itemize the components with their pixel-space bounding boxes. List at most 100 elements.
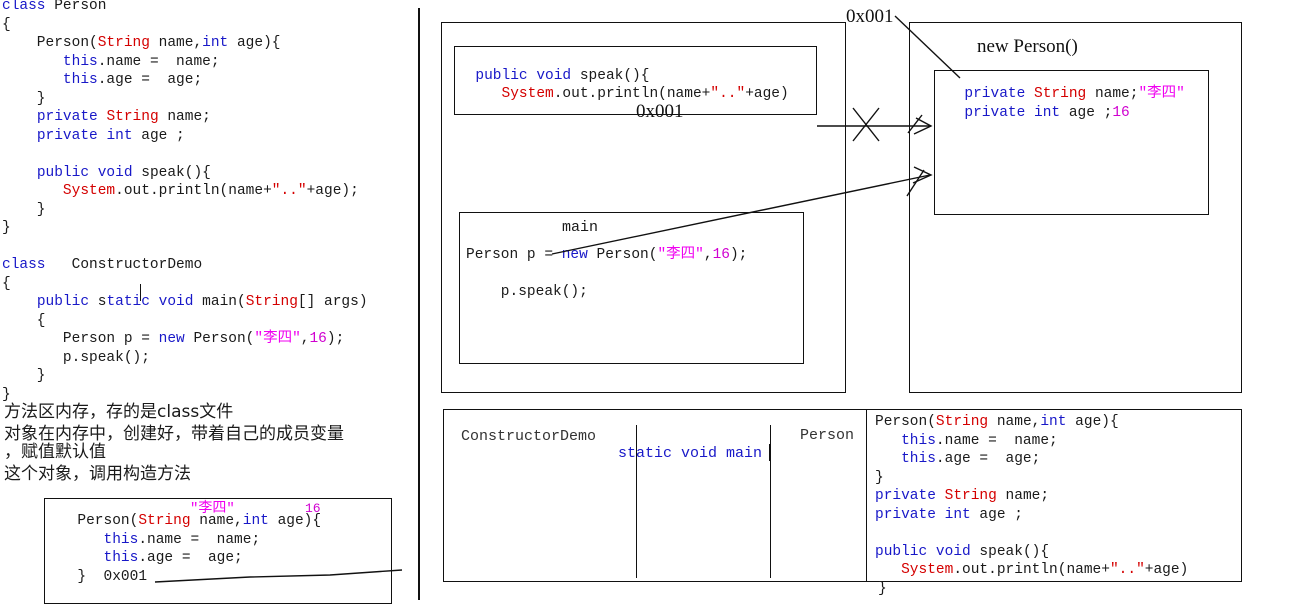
code-line: this.name = name; <box>875 432 1188 451</box>
code-token: } <box>2 220 11 236</box>
code-token: age ; <box>970 506 1023 523</box>
code-token: public <box>36 164 90 181</box>
code-token: this <box>901 451 936 467</box>
code-line: this.age = age; <box>60 549 321 568</box>
code-token: name; <box>1086 86 1139 102</box>
code-token: new <box>561 247 588 263</box>
code-token: .age = age; <box>935 451 1041 467</box>
code-token: int <box>242 513 269 529</box>
code-token: { <box>2 16 11 33</box>
code-line: Person(String name,int age){ <box>875 413 1188 432</box>
code-token: { <box>2 312 46 329</box>
code-token: .name = name; <box>97 53 220 70</box>
code-token: private <box>964 86 1026 102</box>
code-line: public void speak(){ <box>2 164 368 183</box>
code-token: String <box>1034 86 1087 102</box>
pane-divider <box>418 8 420 600</box>
code-token: System <box>501 86 554 102</box>
code-token: Person( <box>184 331 255 347</box>
code-token: ); <box>729 247 748 263</box>
code-token: int <box>1040 414 1067 430</box>
annotation-notes: 方法区内存，存的是class文件 对象在内存中，创建好，带着自己的成员变量 ，赋值默… <box>4 401 416 485</box>
code-token: Person( <box>2 35 98 51</box>
code-line: p.speak(); <box>466 283 747 302</box>
code-token: speak(){ <box>132 164 211 181</box>
code-token: } 0x001 <box>60 568 148 585</box>
code-line: Person p = new Person("李四",16); <box>466 246 747 265</box>
code-token: Person( <box>60 513 139 529</box>
code-token: this <box>103 550 139 566</box>
code-token: ConstructorDemo <box>54 257 203 273</box>
code-token: +age) <box>1144 562 1189 578</box>
code-line: class Person <box>2 0 368 16</box>
code-token: name, <box>988 414 1041 430</box>
code-line: System.out.println(name+".."+age) <box>458 85 789 104</box>
code-token: String <box>935 414 989 430</box>
code-token: .age = age; <box>97 72 203 88</box>
code-token: Person p = <box>466 247 562 263</box>
code-line: private int age ; <box>875 506 1188 525</box>
code-token: "李四" <box>1138 86 1185 102</box>
stack-col1-label: ConstructorDemo <box>461 428 597 445</box>
text-caret <box>140 284 142 301</box>
code-line: private String name; <box>875 487 1188 506</box>
stack-col3-label: Person <box>800 427 855 444</box>
java-source-code: class Person{ Person(String name,int age… <box>2 0 368 404</box>
code-token: .out.println(name+ <box>115 183 272 199</box>
code-token: this <box>62 72 98 88</box>
code-line: System.out.println(name+".."+age); <box>2 182 368 201</box>
code-token: public <box>875 543 928 560</box>
code-token: name; <box>996 488 1050 504</box>
code-token: System <box>62 183 116 199</box>
code-token: age){ <box>268 513 322 529</box>
code-token: Person <box>54 0 107 14</box>
stack-col2-label: static void main <box>618 445 763 462</box>
code-token: void <box>158 294 194 310</box>
cross-out-x-mark <box>852 107 880 142</box>
code-token: String <box>138 513 191 529</box>
code-token: 16 <box>712 247 730 263</box>
code-token: .age = age; <box>138 550 243 566</box>
class-definition-code: Person(String name,int age){ this.name =… <box>875 413 1188 580</box>
code-token: String <box>106 109 159 125</box>
code-line: { <box>2 312 368 331</box>
code-token: "李四" <box>657 247 704 263</box>
code-token: String <box>245 294 298 310</box>
code-line: private String name; <box>2 108 368 127</box>
code-token: private <box>875 488 936 504</box>
code-token: , <box>703 247 713 263</box>
code-token: System <box>901 562 954 578</box>
code-line: { <box>2 16 368 35</box>
code-line: Person(String name,int age){ <box>2 34 368 53</box>
code-token: age){ <box>1066 414 1119 430</box>
code-token: .out.println(name+ <box>553 86 711 102</box>
code-token: public <box>36 294 90 310</box>
code-token: } <box>875 469 884 486</box>
left-code-pane[interactable]: class Person{ Person(String name,int age… <box>0 0 418 604</box>
code-token: private <box>964 104 1026 121</box>
constructor-box-code: Person(String name,int age){ this.name =… <box>60 512 321 586</box>
code-token: +age); <box>306 183 359 199</box>
annotation-line: 方法区内存，存的是class文件 <box>4 402 234 422</box>
object-title: new Person() <box>977 36 1078 57</box>
code-line: this.name = name; <box>60 531 321 550</box>
code-token: class <box>2 257 55 273</box>
code-token: int <box>944 506 971 523</box>
code-token: .out.println(name+ <box>953 562 1110 578</box>
